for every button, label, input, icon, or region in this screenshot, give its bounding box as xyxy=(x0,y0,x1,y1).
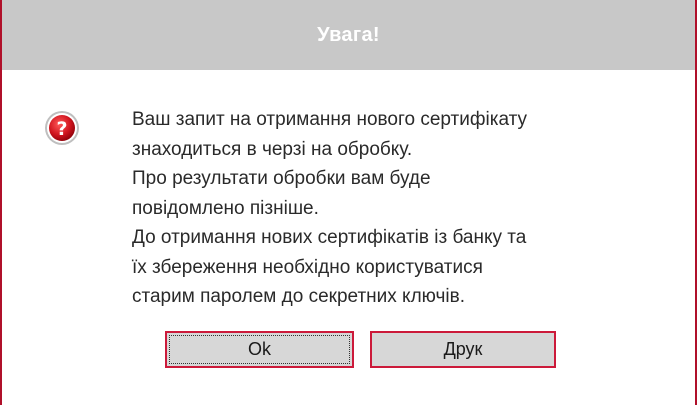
question-icon: ? xyxy=(44,110,80,146)
message-line: До отримання нових сертифікатів із банку… xyxy=(132,227,527,248)
dialog-title: Увага! xyxy=(317,23,380,46)
ok-button-label: Ok xyxy=(247,339,271,359)
message-line: старим паролем до секретних ключів. xyxy=(132,286,465,307)
ok-button[interactable]: Ok xyxy=(165,331,354,368)
message-line: Про результати обробки вам буде xyxy=(132,168,431,189)
print-button-label: Друк xyxy=(443,339,483,359)
message-line: повідомлено пізніше. xyxy=(132,197,319,219)
message-line: їх збереження необхідно користуватися xyxy=(132,256,483,278)
print-button[interactable]: Друк xyxy=(370,331,556,368)
message-line: знаходиться в черзі на обробку. xyxy=(132,138,413,160)
svg-text:?: ? xyxy=(56,118,67,140)
dialog-titlebar: Увага! xyxy=(2,0,695,70)
dialog-message: Ваш запит на отримання нового сертифікат… xyxy=(132,105,672,312)
message-line: Ваш запит на отримання нового сертифікат… xyxy=(132,109,528,130)
alert-dialog: Увага! ? Ваш запит на отримання нового с… xyxy=(0,0,697,405)
